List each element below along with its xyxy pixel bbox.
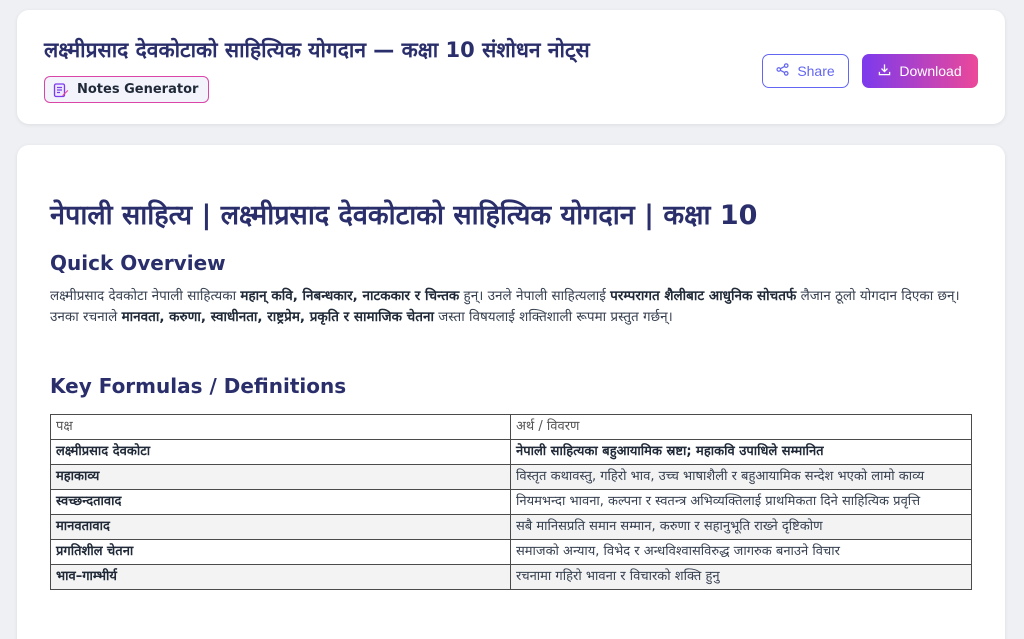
table-cell-term: भाव–गाम्भीर्य <box>50 564 511 590</box>
page-title: लक्ष्मीप्रसाद देवकोटाको साहित्यिक योगदान… <box>44 38 590 62</box>
table-cell-desc: विस्तृत कथावस्तु, गहिरो भाव, उच्च भाषाशै… <box>510 464 972 490</box>
notes-edit-icon <box>53 82 69 98</box>
header-card: लक्ष्मीप्रसाद देवकोटाको साहित्यिक योगदान… <box>17 10 1005 124</box>
table-row: लक्ष्मीप्रसाद देवकोटा नेपाली साहित्यका ब… <box>50 439 972 465</box>
notes-generator-badge: Notes Generator <box>44 76 209 103</box>
table-row: प्रगतिशील चेतना समाजको अन्याय, विभेद र अ… <box>50 539 972 565</box>
table-cell-term: मानवतावाद <box>50 514 511 540</box>
definitions-table: पक्ष अर्थ / विवरण लक्ष्मीप्रसाद देवकोटा … <box>50 414 972 590</box>
download-label: Download <box>899 63 962 79</box>
overview-bold: महान् कवि, निबन्धकार, नाटककार र चिन्तक <box>240 288 460 304</box>
definitions-heading: Key Formulas / Definitions <box>50 374 347 398</box>
overview-text: हुन्। उनले नेपाली साहित्यलाई <box>459 288 611 304</box>
share-label: Share <box>797 63 835 79</box>
overview-paragraph: लक्ष्मीप्रसाद देवकोटा नेपाली साहित्यका म… <box>50 286 975 328</box>
table-cell-term: प्रगतिशील चेतना <box>50 539 511 565</box>
table-cell-desc: सबै मानिसप्रति समान सम्मान, करुणा र सहान… <box>510 514 972 540</box>
badge-label: Notes Generator <box>77 82 199 97</box>
table-cell-term: महाकाव्य <box>50 464 511 490</box>
table-row: महाकाव्य विस्तृत कथावस्तु, गहिरो भाव, उच… <box>50 464 972 490</box>
overview-heading: Quick Overview <box>50 251 226 275</box>
overview-text: जस्ता विषयलाई शक्तिशाली रूपमा प्रस्तुत ग… <box>433 309 673 325</box>
overview-bold: मानवता, करुणा, स्वाधीनता, राष्ट्रप्रेम, … <box>121 309 434 325</box>
table-row: स्वच्छन्दतावाद नियमभन्दा भावना, कल्पना र… <box>50 489 972 515</box>
table-cell-desc: नियमभन्दा भावना, कल्पना र स्वतन्त्र अभिव… <box>510 489 972 515</box>
document-title: नेपाली साहित्य | लक्ष्मीप्रसाद देवकोटाको… <box>50 200 758 231</box>
table-row: भाव–गाम्भीर्य रचनामा गहिरो भावना र विचार… <box>50 564 972 590</box>
table-cell-desc: नेपाली साहित्यका बहुआयामिक स्रष्टा; महाक… <box>510 439 972 465</box>
table-header-row: पक्ष अर्थ / विवरण <box>50 414 972 440</box>
share-button[interactable]: Share <box>762 54 849 88</box>
table-header-cell: अर्थ / विवरण <box>510 414 972 440</box>
table-cell-desc: रचनामा गहिरो भावना र विचारको शक्ति हुनु <box>510 564 972 590</box>
download-icon <box>878 63 891 79</box>
table-row: मानवतावाद सबै मानिसप्रति समान सम्मान, कर… <box>50 514 972 540</box>
notes-content-card: नेपाली साहित्य | लक्ष्मीप्रसाद देवकोटाको… <box>17 145 1005 639</box>
table-cell-term: लक्ष्मीप्रसाद देवकोटा <box>50 439 511 465</box>
share-icon <box>776 63 789 79</box>
download-button[interactable]: Download <box>862 54 978 88</box>
table-cell-term: स्वच्छन्दतावाद <box>50 489 511 515</box>
table-cell-desc: समाजको अन्याय, विभेद र अन्धविश्वासविरुद्… <box>510 539 972 565</box>
overview-text: लक्ष्मीप्रसाद देवकोटा नेपाली साहित्यका <box>50 288 241 304</box>
overview-bold: परम्परागत शैलीबाट आधुनिक सोचतर्फ <box>610 288 797 304</box>
table-header-cell: पक्ष <box>50 414 511 440</box>
